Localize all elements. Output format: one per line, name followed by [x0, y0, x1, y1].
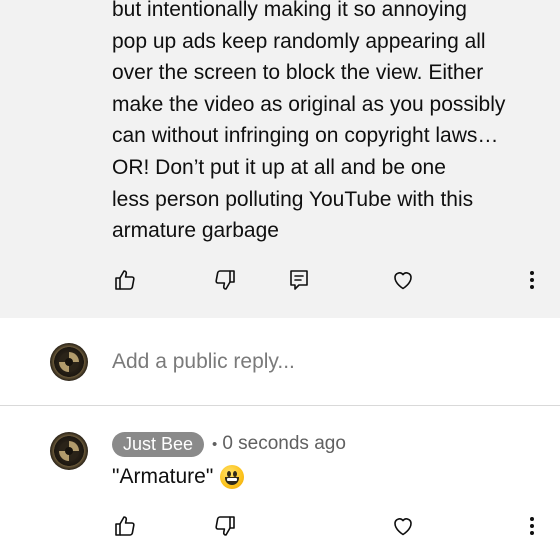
reply-meta: Just Bee • 0 seconds ago — [112, 431, 346, 457]
comment-line: over the screen to block the view. Eithe… — [112, 61, 484, 85]
comment-line: make the video as original as you possib… — [112, 92, 506, 116]
avatar — [50, 343, 88, 381]
author-name[interactable]: Just Bee — [112, 431, 205, 457]
like-button[interactable] — [107, 262, 143, 298]
thumbs-down-icon — [215, 516, 235, 536]
reply-comment-icon — [290, 270, 308, 290]
more-vertical-icon — [530, 517, 534, 535]
reply-button[interactable] — [281, 262, 317, 298]
dislike-button[interactable] — [207, 262, 243, 298]
grinning-face-emoji-icon — [220, 465, 245, 489]
more-vertical-icon — [530, 271, 534, 289]
parent-comment-actions — [0, 262, 560, 298]
heart-icon — [394, 518, 412, 536]
comments-panel: but intentionally making it so annoying … — [0, 0, 560, 560]
comment-line: OR! Don’t put it up at all and be one — [112, 155, 446, 179]
parent-comment-text: but intentionally making it so annoying … — [112, 0, 542, 247]
dislike-button[interactable] — [207, 508, 243, 544]
thumbs-up-icon — [115, 270, 135, 290]
thumbs-down-icon — [215, 270, 235, 290]
add-reply-row — [0, 318, 560, 406]
reply-input[interactable] — [112, 347, 532, 377]
reply-comment: Just Bee • 0 seconds ago "Armature" — [0, 406, 560, 560]
parent-comment: but intentionally making it so annoying … — [0, 0, 560, 318]
more-options-button[interactable] — [514, 508, 550, 544]
separator-dot: • — [212, 435, 218, 453]
reply-text-content: "Armature" — [112, 465, 214, 488]
heart-button[interactable] — [385, 262, 421, 298]
more-options-button[interactable] — [514, 262, 550, 298]
comment-line: less person polluting YouTube with this — [112, 187, 474, 211]
reply-actions — [0, 508, 560, 544]
avatar — [50, 432, 88, 470]
timestamp: 0 seconds ago — [222, 433, 346, 454]
thumbs-up-icon — [115, 516, 135, 536]
comment-line: but intentionally making it so annoying — [112, 0, 467, 21]
heart-icon — [394, 272, 412, 290]
like-button[interactable] — [107, 508, 143, 544]
comment-line: pop up ads keep randomly appearing all — [112, 29, 486, 53]
heart-button[interactable] — [385, 508, 421, 544]
comment-line: armature garbage — [112, 219, 279, 243]
reply-text: "Armature" — [112, 462, 245, 492]
comment-line: can without infringing on copyright laws… — [112, 124, 499, 148]
